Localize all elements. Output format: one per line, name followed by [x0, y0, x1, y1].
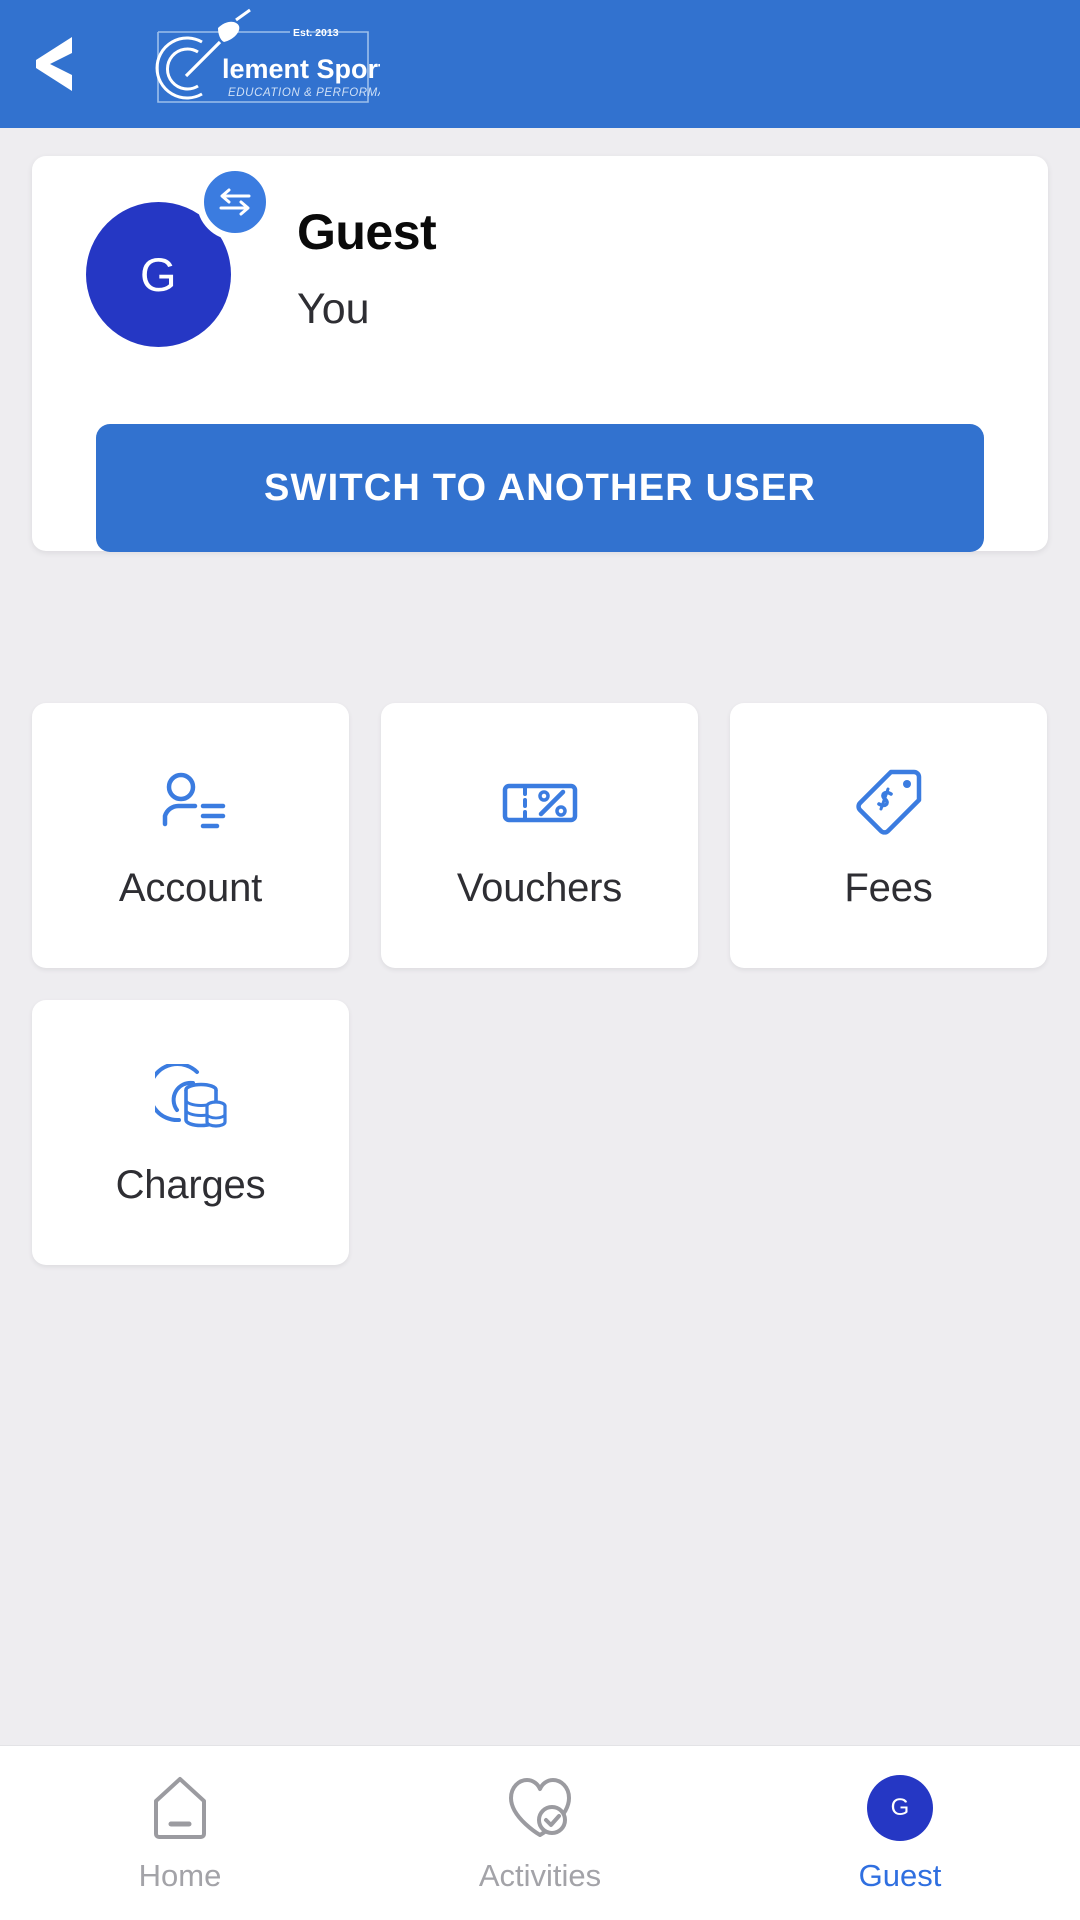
price-tag-icon [854, 760, 924, 844]
nav-item-guest[interactable]: G Guest [720, 1768, 1080, 1894]
svg-text:lement Sports: lement Sports [222, 54, 380, 84]
svg-text:EDUCATION & PERFORMANCE: EDUCATION & PERFORMANCE [228, 87, 380, 99]
nav-item-activities[interactable]: Activities [360, 1768, 720, 1894]
tile-account[interactable]: Account [32, 703, 349, 968]
svg-text:Est. 2013: Est. 2013 [293, 27, 339, 39]
tile-label: Fees [844, 866, 933, 910]
profile-names: Guest You [297, 204, 437, 333]
nav-label: Guest [858, 1858, 942, 1893]
brand-logo: lement Sports EDUCATION & PERFORMANCE Es… [140, 6, 380, 116]
swap-arrows-icon [215, 185, 255, 219]
tile-vouchers[interactable]: Vouchers [381, 703, 698, 968]
coins-stack-icon [154, 1057, 227, 1141]
switch-user-button[interactable]: SWITCH TO ANOTHER USER [96, 424, 984, 552]
bottom-navigation: Home Activities G Guest [0, 1745, 1080, 1920]
nav-label: Activities [478, 1858, 602, 1893]
tile-label: Charges [115, 1163, 266, 1207]
voucher-percent-icon [501, 760, 579, 844]
profile-relation: You [297, 284, 370, 333]
quick-actions-grid: Account Vouchers Fees Charges [32, 703, 1048, 1265]
home-icon [149, 1768, 211, 1848]
tile-fees[interactable]: Fees [730, 703, 1047, 968]
tile-label: Vouchers [456, 866, 623, 910]
person-details-icon [155, 760, 227, 844]
app-screen: lement Sports EDUCATION & PERFORMANCE Es… [0, 0, 1080, 1920]
heart-check-icon [505, 1768, 575, 1848]
app-header: lement Sports EDUCATION & PERFORMANCE Es… [0, 0, 1080, 128]
tile-label: Account [118, 866, 263, 910]
back-button[interactable] [0, 0, 110, 128]
tile-charges[interactable]: Charges [32, 1000, 349, 1265]
main-content: G Guest You SWITCH TO ANOTHER USER Accou… [0, 128, 1080, 1745]
profile-card: G Guest You SWITCH TO ANOTHER USER [32, 156, 1048, 552]
chevron-left-icon [28, 33, 82, 95]
profile-header-row: G Guest You [32, 156, 1048, 366]
nav-avatar-initial: G [867, 1775, 933, 1841]
swap-user-badge[interactable] [197, 164, 273, 240]
nav-label: Home [138, 1858, 222, 1893]
profile-name: Guest [297, 204, 437, 260]
nav-item-home[interactable]: Home [0, 1768, 360, 1894]
avatar-icon: G [867, 1768, 933, 1848]
